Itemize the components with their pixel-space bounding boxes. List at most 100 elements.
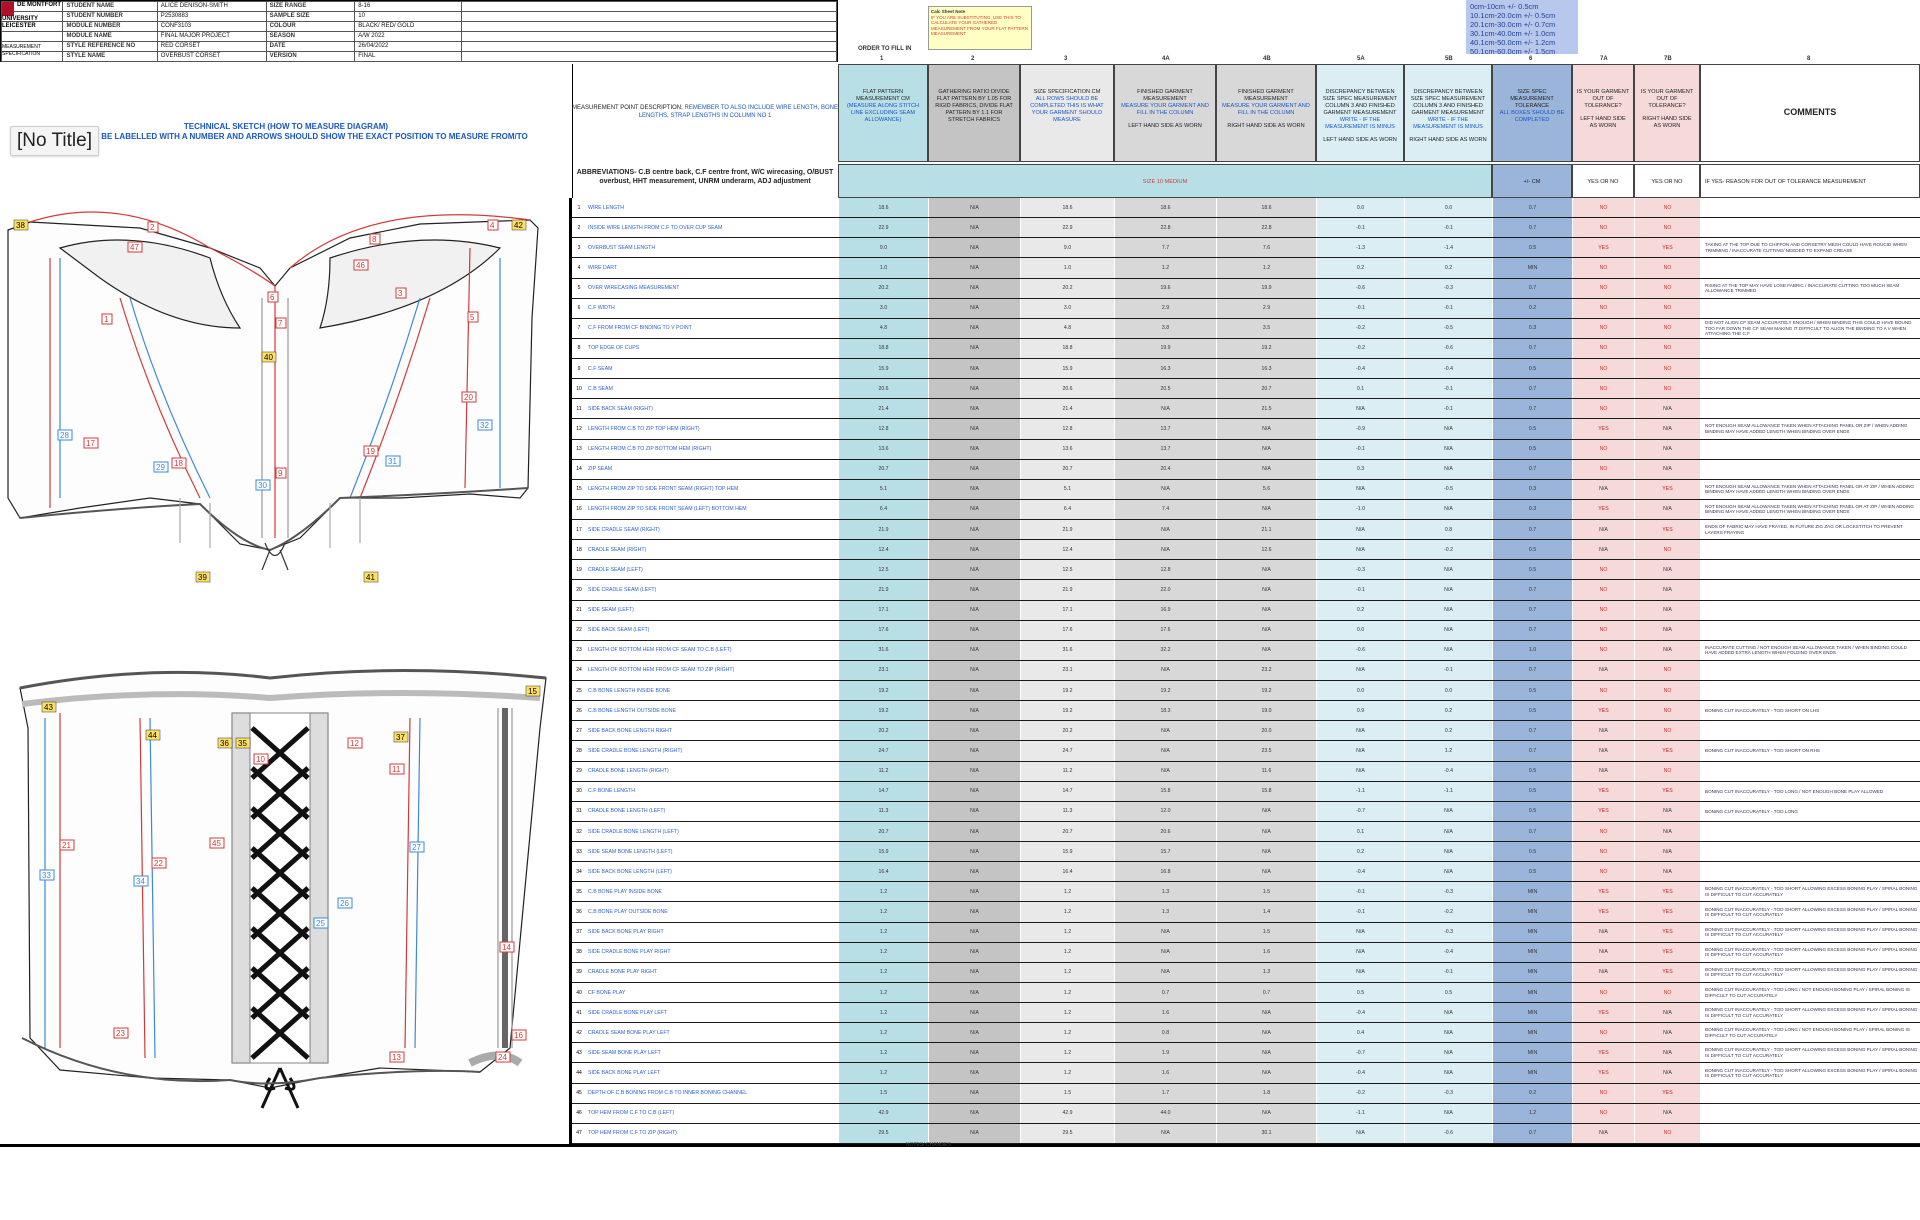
cell-rr[interactable]: 21.1 (1216, 520, 1316, 540)
cell-ol[interactable]: NO (1572, 862, 1634, 882)
cell-c[interactable] (1700, 721, 1920, 741)
header-field-value[interactable]: 26/04/2022 (354, 41, 462, 52)
cell-or[interactable]: N/A (1634, 419, 1700, 439)
cell-rr[interactable]: N/A (1216, 1023, 1316, 1043)
measurement-description[interactable]: LENGTH FROM C.B TO ZIP BOTTOM HEM (RIGHT… (572, 440, 838, 459)
cell-c[interactable] (1700, 620, 1920, 640)
cell-s[interactable]: 12.4 (1020, 540, 1114, 560)
cell-r[interactable]: N/A (928, 600, 1020, 620)
cell-r[interactable]: N/A (928, 781, 1020, 801)
cell-s[interactable]: 5.1 (1020, 479, 1114, 499)
cell-s[interactable]: 20.2 (1020, 278, 1114, 298)
cell-l[interactable]: 7.4 (1114, 499, 1216, 520)
cell-r[interactable]: N/A (928, 741, 1020, 761)
cell-rr[interactable]: 7.6 (1216, 238, 1316, 258)
cell-c[interactable] (1700, 862, 1920, 882)
cell-dl[interactable]: 0.1 (1316, 379, 1404, 399)
cell-c[interactable] (1700, 681, 1920, 701)
cell-ol[interactable]: N/A (1572, 741, 1634, 761)
cell-dr[interactable]: -0.6 (1404, 1123, 1492, 1143)
cell-c[interactable]: TAKING AT THE TOP DUE TO CHIFFON AND COR… (1700, 238, 1920, 258)
cell-s[interactable]: 20.7 (1020, 821, 1114, 842)
cell-t[interactable]: 0.5 (1492, 701, 1572, 721)
cell-rr[interactable]: N/A (1216, 499, 1316, 520)
cell-s[interactable]: 12.5 (1020, 560, 1114, 580)
cell-ol[interactable]: N/A (1572, 660, 1634, 681)
cell-rr[interactable]: 1.8 (1216, 1083, 1316, 1103)
cell-r[interactable]: N/A (928, 842, 1020, 862)
cell-t[interactable]: MIN (1492, 1003, 1572, 1023)
cell-r[interactable]: N/A (928, 359, 1020, 379)
cell-r[interactable]: N/A (928, 399, 1020, 419)
cell-s[interactable]: 9.0 (1020, 238, 1114, 258)
cell-rr[interactable]: N/A (1216, 821, 1316, 842)
cell-or[interactable]: NO (1634, 298, 1700, 318)
cell-c[interactable] (1700, 1103, 1920, 1123)
cell-l[interactable]: 0.7 (1114, 982, 1216, 1003)
cell-dl[interactable]: -0.1 (1316, 580, 1404, 600)
cell-f[interactable]: 1.2 (838, 1023, 928, 1043)
cell-s[interactable]: 11.3 (1020, 801, 1114, 821)
header-field-value[interactable]: BLACK/ RED/ GOLD (354, 21, 462, 32)
cell-or[interactable]: NO (1634, 982, 1700, 1003)
cell-dr[interactable]: -0.1 (1404, 660, 1492, 681)
cell-c[interactable]: BONING CUT INACCURATELY - TOO SHORT ALLO… (1700, 962, 1920, 982)
cell-l[interactable]: 7.7 (1114, 238, 1216, 258)
cell-l[interactable]: N/A (1114, 399, 1216, 419)
cell-ol[interactable]: NO (1572, 338, 1634, 359)
cell-r[interactable]: N/A (928, 922, 1020, 942)
cell-or[interactable]: YES (1634, 1083, 1700, 1103)
cell-f[interactable]: 1.2 (838, 882, 928, 902)
cell-or[interactable]: N/A (1634, 1063, 1700, 1083)
cell-s[interactable]: 20.6 (1020, 379, 1114, 399)
cell-or[interactable]: YES (1634, 882, 1700, 902)
cell-c[interactable]: BONING CUT INACCURATELY - TOO SHORT ON L… (1700, 701, 1920, 721)
cell-ol[interactable]: YES (1572, 902, 1634, 922)
measurement-description[interactable]: C.F SEAM (572, 359, 838, 378)
cell-r[interactable]: N/A (928, 882, 1020, 902)
cell-dl[interactable]: 0.0 (1316, 681, 1404, 701)
cell-t[interactable]: 0.2 (1492, 1083, 1572, 1103)
cell-dl[interactable]: N/A (1316, 942, 1404, 962)
header-field-value[interactable]: P2530883 (156, 11, 267, 22)
cell-ol[interactable]: N/A (1572, 942, 1634, 962)
measurement-description[interactable]: C.F BONE LENGTH (572, 782, 838, 801)
cell-or[interactable]: N/A (1634, 580, 1700, 600)
cell-c[interactable]: NOT ENOUGH SEAM ALLOWANCE TAKEN WHEN ATT… (1700, 499, 1920, 520)
cell-s[interactable]: 1.2 (1020, 902, 1114, 922)
cell-t[interactable]: 0.5 (1492, 238, 1572, 258)
header-field-value[interactable]: A/W 2022 (354, 31, 462, 42)
cell-f[interactable]: 21.4 (838, 399, 928, 419)
cell-c[interactable] (1700, 580, 1920, 600)
cell-s[interactable]: 11.2 (1020, 761, 1114, 781)
cell-ol[interactable]: NO (1572, 258, 1634, 278)
cell-l[interactable]: N/A (1114, 721, 1216, 741)
measurement-description[interactable]: LENGTH OF BOTTOM HEM FROM CF SEAM TO C.B… (572, 641, 838, 660)
cell-c[interactable] (1700, 459, 1920, 479)
cell-dl[interactable]: N/A (1316, 962, 1404, 982)
cell-rr[interactable]: 19.9 (1216, 278, 1316, 298)
cell-s[interactable]: 22.9 (1020, 218, 1114, 238)
cell-c[interactable]: BONING CUT INACCURATELY - TOO LONG (1700, 801, 1920, 821)
cell-or[interactable]: NO (1634, 379, 1700, 399)
cell-ol[interactable]: NO (1572, 298, 1634, 318)
cell-or[interactable]: N/A (1634, 1043, 1700, 1063)
cell-dr[interactable]: 0.2 (1404, 701, 1492, 721)
cell-ol[interactable]: NO (1572, 842, 1634, 862)
cell-c[interactable]: INACCURATE CUTTING / NOT ENOUGH SEAM ALL… (1700, 640, 1920, 660)
cell-f[interactable]: 29.5 (838, 1123, 928, 1143)
cell-t[interactable]: 0.3 (1492, 499, 1572, 520)
cell-rr[interactable]: 0.7 (1216, 982, 1316, 1003)
cell-f[interactable]: 18.8 (838, 338, 928, 359)
cell-r[interactable]: N/A (928, 681, 1020, 701)
cell-l[interactable]: 1.2 (1114, 258, 1216, 278)
cell-t[interactable]: MIN (1492, 962, 1572, 982)
cell-dr[interactable]: N/A (1404, 600, 1492, 620)
cell-l[interactable]: 1.7 (1114, 1083, 1216, 1103)
cell-or[interactable]: YES (1634, 922, 1700, 942)
cell-f[interactable]: 1.2 (838, 982, 928, 1003)
cell-t[interactable]: MIN (1492, 982, 1572, 1003)
cell-r[interactable]: N/A (928, 1063, 1020, 1083)
cell-t[interactable]: 0.7 (1492, 821, 1572, 842)
cell-dl[interactable]: 0.5 (1316, 982, 1404, 1003)
